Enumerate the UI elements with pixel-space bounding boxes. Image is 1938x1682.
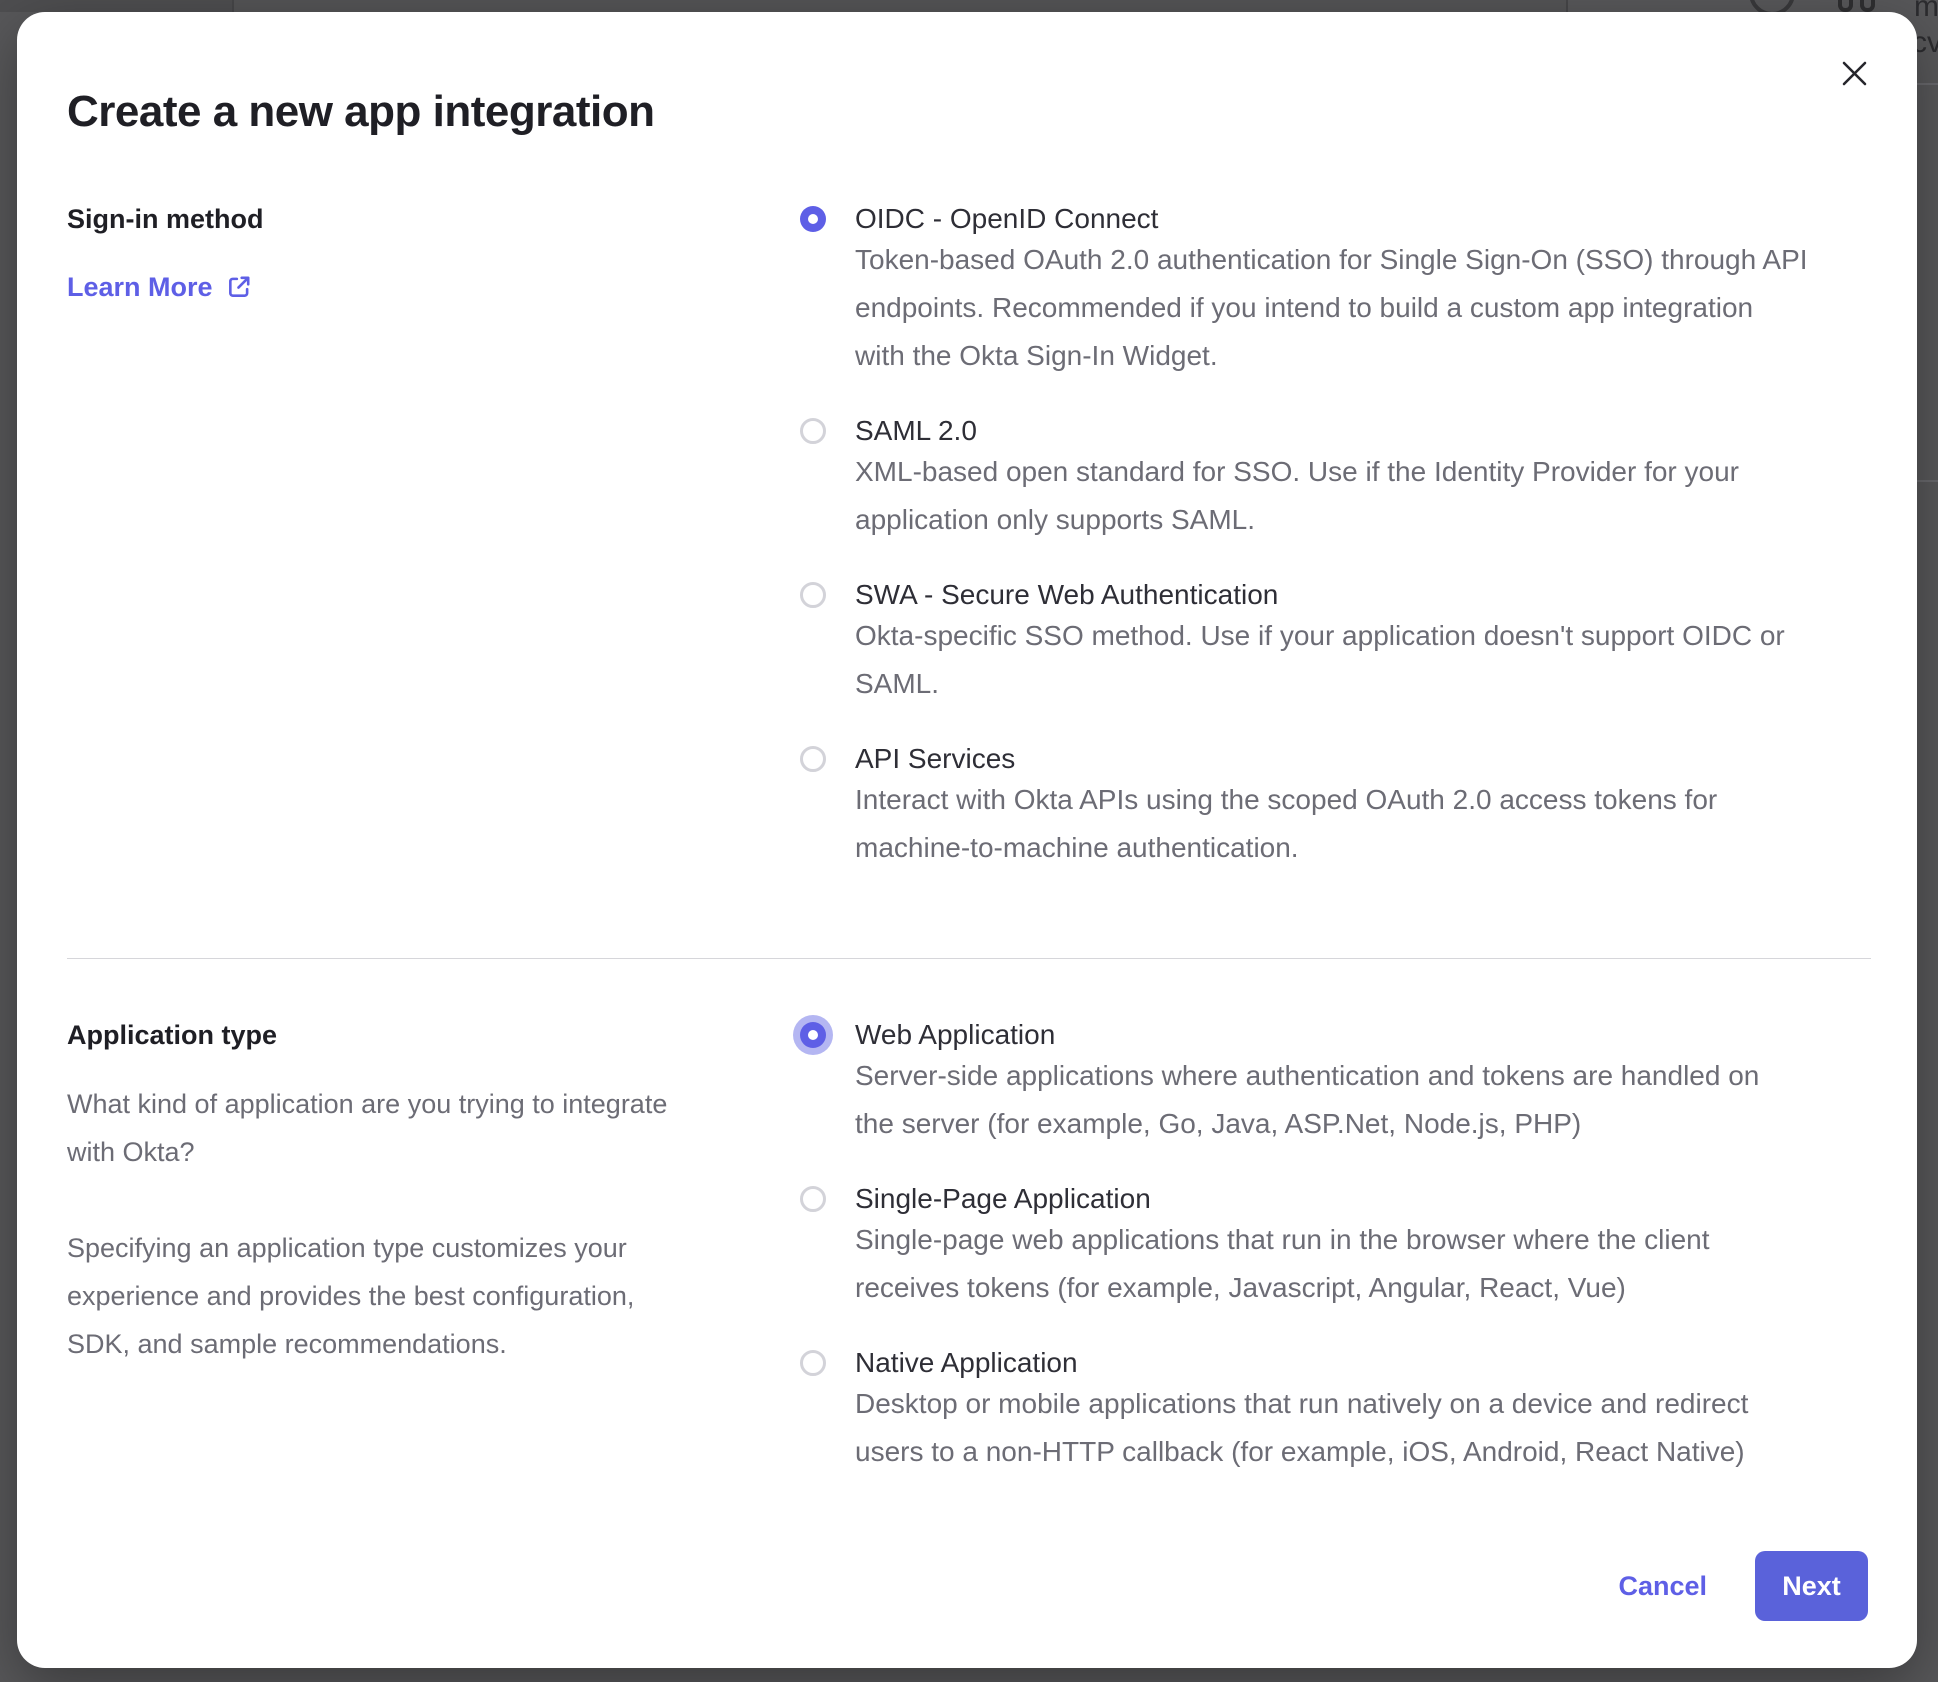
section-divider	[67, 958, 1871, 959]
radio-description: Interact with Okta APIs using the scoped…	[855, 776, 1915, 872]
radio-option-swa[interactable]: SWA - Secure Web Authentication Okta-spe…	[800, 578, 1910, 708]
radio-label: Single-Page Application	[855, 1182, 1915, 1216]
application-type-explanation: Specifying an application type customize…	[67, 1224, 807, 1368]
application-type-question: What kind of application are you trying …	[67, 1080, 807, 1176]
radio-label: OIDC - OpenID Connect	[855, 202, 1915, 236]
radio-circle-web-application[interactable]	[800, 1022, 826, 1048]
next-button[interactable]: Next	[1755, 1551, 1868, 1621]
dialog-title: Create a new app integration	[67, 86, 654, 138]
create-app-integration-dialog: Create a new app integration Sign-in met…	[17, 12, 1917, 1668]
radio-option-oidc[interactable]: OIDC - OpenID Connect Token-based OAuth …	[800, 202, 1910, 380]
external-link-icon	[226, 274, 252, 300]
radio-circle-swa[interactable]	[800, 582, 826, 608]
background-topbar-segment	[0, 0, 232, 12]
learn-more-label: Learn More	[67, 270, 213, 304]
application-type-options: Web Application Server-side applications…	[800, 1018, 1910, 1510]
learn-more-link[interactable]: Learn More	[67, 270, 252, 304]
background-divider	[1566, 0, 1568, 12]
radio-option-api-services[interactable]: API Services Interact with Okta APIs usi…	[800, 742, 1910, 872]
dialog-footer: Cancel Next	[1618, 1551, 1868, 1621]
background-chart-icon	[1838, 0, 1853, 12]
signin-method-heading: Sign-in method	[67, 202, 263, 236]
radio-description: Server-side applications where authentic…	[855, 1052, 1915, 1148]
signin-options: OIDC - OpenID Connect Token-based OAuth …	[800, 202, 1910, 906]
application-type-heading: Application type	[67, 1018, 277, 1052]
radio-label: SWA - Secure Web Authentication	[855, 578, 1915, 612]
radio-option-native-application[interactable]: Native Application Desktop or mobile app…	[800, 1346, 1910, 1476]
radio-description: XML-based open standard for SSO. Use if …	[855, 448, 1915, 544]
radio-option-single-page-application[interactable]: Single-Page Application Single-page web …	[800, 1182, 1910, 1312]
radio-circle-oidc[interactable]	[800, 206, 826, 232]
radio-description: Single-page web applications that run in…	[855, 1216, 1915, 1312]
cancel-button[interactable]: Cancel	[1618, 1571, 1707, 1602]
background-divider	[232, 0, 234, 12]
radio-label: Native Application	[855, 1346, 1915, 1380]
radio-description: Token-based OAuth 2.0 authentication for…	[855, 236, 1915, 380]
close-button[interactable]	[1829, 48, 1879, 98]
radio-circle-native-application[interactable]	[800, 1350, 826, 1376]
radio-circle-api-services[interactable]	[800, 746, 826, 772]
background-divider	[1917, 480, 1938, 482]
background-chart-icon	[1860, 0, 1875, 12]
background-divider	[1917, 83, 1938, 85]
close-icon	[1841, 60, 1868, 87]
radio-label: Web Application	[855, 1018, 1915, 1052]
radio-description: Okta-specific SSO method. Use if your ap…	[855, 612, 1915, 708]
background-text-fragment: m	[1914, 0, 1938, 22]
background-topbar-segment	[232, 0, 1566, 12]
radio-label: API Services	[855, 742, 1915, 776]
radio-description: Desktop or mobile applications that run …	[855, 1380, 1915, 1476]
radio-label: SAML 2.0	[855, 414, 1915, 448]
radio-option-web-application[interactable]: Web Application Server-side applications…	[800, 1018, 1910, 1148]
radio-circle-single-page-application[interactable]	[800, 1186, 826, 1212]
radio-circle-saml[interactable]	[800, 418, 826, 444]
radio-option-saml[interactable]: SAML 2.0 XML-based open standard for SSO…	[800, 414, 1910, 544]
